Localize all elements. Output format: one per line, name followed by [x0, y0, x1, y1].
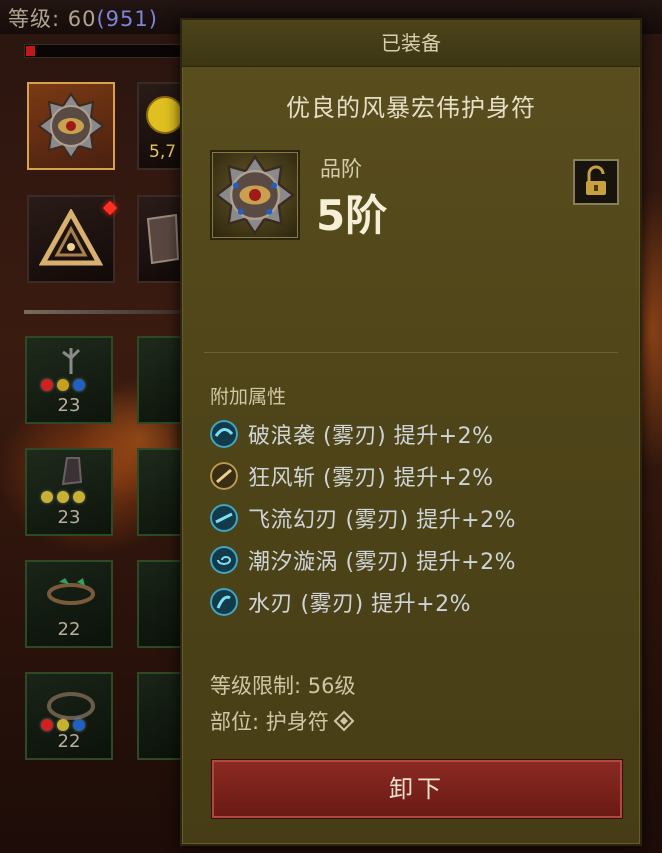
water-blade-icon	[210, 588, 238, 616]
slot-type-row: 部位: 护身符	[210, 706, 355, 736]
gold-count: 5,7	[149, 142, 177, 162]
gem-yellow	[41, 491, 53, 503]
grade-label: 品阶	[320, 157, 362, 181]
gear-slot-ring-2[interactable]: 22	[25, 672, 113, 760]
sigil-slot[interactable]	[27, 195, 115, 283]
attribute-text: 水刃 (雾刃) 提升+2%	[248, 592, 471, 617]
whirlpool-icon	[210, 546, 238, 574]
xp-bar-fill	[26, 46, 36, 56]
gem-yellow	[57, 379, 69, 391]
gear-slot-boots[interactable]: 23	[25, 448, 113, 536]
gem-red	[41, 379, 53, 391]
grade-value: 5阶	[316, 191, 388, 240]
attribute-row: 狂风斩 (雾刃) 提升+2%	[210, 460, 494, 492]
gem-yellow	[57, 719, 69, 731]
attribute-text: 飞流幻刃 (雾刃) 提升+2%	[248, 508, 516, 533]
wind-slash-icon	[210, 462, 238, 490]
wave-skill-icon	[210, 420, 238, 448]
gem-red	[41, 719, 53, 731]
gem-sockets	[41, 376, 89, 395]
attribute-row: 飞流幻刃 (雾刃) 提升+2%	[210, 502, 516, 534]
unequip-button[interactable]: 卸下	[212, 760, 622, 818]
unlock-icon	[586, 165, 606, 195]
gem-yellow	[73, 491, 85, 503]
item-name: 优良的风暴宏伟护身符	[286, 94, 536, 122]
gear-slot-ring-1[interactable]: 22	[25, 560, 113, 648]
paragon-level: (951)	[96, 7, 158, 31]
item-icon-frame	[210, 150, 300, 240]
ring-green-icon	[47, 578, 95, 605]
staff-icon	[62, 348, 81, 374]
flowing-blade-icon	[210, 504, 238, 532]
xp-bar	[24, 44, 186, 58]
section-divider	[24, 310, 180, 314]
gem-blue	[73, 379, 85, 391]
amulet-icon	[214, 154, 296, 236]
item-power: 23	[57, 395, 81, 416]
amulet-icon	[37, 92, 105, 160]
lock-toggle-button[interactable]	[573, 159, 619, 205]
level-requirement: 等级限制: 56级	[210, 674, 356, 698]
item-tooltip-panel: 已装备 优良的风暴宏伟护身符 品阶 5阶 附加属性 破浪袭 (雾刃) 提升+2%…	[180, 18, 642, 846]
gem-sockets	[41, 488, 89, 507]
attribute-row: 潮汐漩涡 (雾刃) 提升+2%	[210, 544, 516, 576]
attribute-row: 破浪袭 (雾刃) 提升+2%	[210, 418, 494, 450]
armor-icon	[146, 213, 180, 265]
triangle-sigil-icon	[39, 209, 103, 266]
item-power: 22	[57, 731, 81, 752]
item-power: 22	[57, 619, 81, 640]
attribute-row: 水刃 (雾刃) 提升+2%	[210, 586, 471, 618]
boots-icon	[61, 457, 83, 486]
item-power: 23	[57, 507, 81, 528]
gear-slot-staff[interactable]: 23	[25, 336, 113, 424]
player-level: 等级: 60(951)	[8, 3, 158, 33]
attributes-title: 附加属性	[210, 386, 287, 408]
amulet-slot-icon	[333, 710, 355, 732]
gold-coin-icon	[146, 95, 184, 134]
level-label: 等级: 60	[8, 7, 97, 31]
gem-blue	[73, 719, 85, 731]
attribute-text: 破浪袭 (雾刃) 提升+2%	[248, 424, 494, 449]
attribute-text: 狂风斩 (雾刃) 提升+2%	[248, 466, 494, 491]
attribute-text: 潮汐漩涡 (雾刃) 提升+2%	[248, 550, 516, 575]
gem-yellow	[57, 491, 69, 503]
slot-type: 部位: 护身符	[210, 710, 329, 734]
tooltip-header: 已装备	[182, 20, 640, 67]
separator	[204, 352, 618, 353]
amulet-slot[interactable]	[27, 82, 115, 170]
